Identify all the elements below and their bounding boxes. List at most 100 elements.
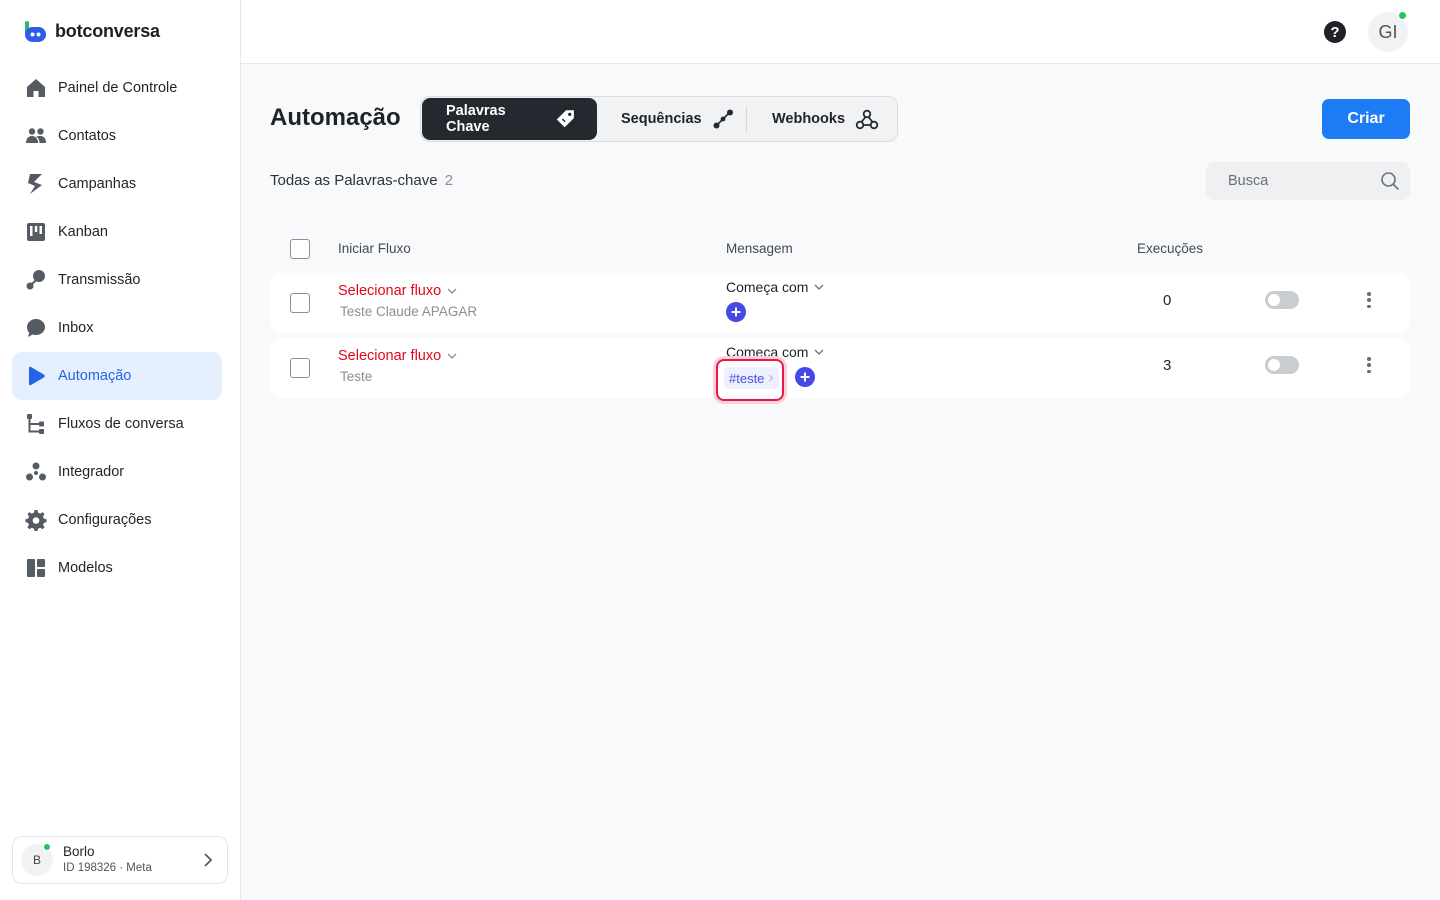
keyword-highlight: #teste (716, 359, 784, 401)
chevron-down-icon (815, 349, 824, 355)
topbar: ? GI (241, 0, 1440, 64)
keywords-count-label: Todas as Palavras-chave (270, 172, 438, 189)
account-avatar: B (21, 843, 53, 876)
search-icon (1381, 172, 1400, 191)
keywords-count: Todas as Palavras-chave 2 (270, 172, 453, 189)
sidebar-item-fluxos[interactable]: Fluxos de conversa (12, 400, 222, 448)
account-name: Borlo (63, 844, 95, 860)
sidebar-item-campanhas[interactable]: Campanhas (12, 160, 222, 208)
brand-logo[interactable]: botconversa (24, 20, 160, 43)
user-avatar[interactable]: GI (1368, 11, 1408, 52)
flow-icon (25, 413, 47, 435)
kanban-icon (25, 221, 47, 243)
account-switcher[interactable]: B Borlo ID 198326 · Meta (12, 836, 228, 884)
tab-label: Palavras Chave (446, 103, 506, 135)
column-header-executions: Execuções (1137, 241, 1204, 256)
more-options-icon[interactable] (1363, 355, 1375, 375)
keywords-count-number: 2 (444, 172, 454, 189)
table-header: Iniciar Fluxo Mensagem Execuções (270, 236, 1410, 262)
home-icon (25, 77, 47, 99)
sidebar-item-label: Integrador (58, 464, 125, 480)
flow-select-dropdown[interactable]: Selecionar fluxo (338, 283, 457, 299)
sidebar-item-label: Contatos (58, 128, 117, 144)
sidebar-item-transmissao[interactable]: Transmissão (12, 256, 222, 304)
sidebar-item-label: Transmissão (58, 272, 141, 288)
flow-name: Teste (340, 369, 373, 384)
select-all-checkbox[interactable] (290, 239, 310, 259)
tab-palavras-chave[interactable]: Palavras Chave (422, 98, 597, 140)
sidebar-item-label: Campanhas (58, 176, 137, 192)
flow-name: Teste Claude APAGAR (340, 304, 478, 319)
sidebar-item-label: Automação (58, 368, 132, 384)
sidebar-item-integrador[interactable]: Integrador (12, 448, 222, 496)
automation-tabs: Palavras Chave Sequências Webhooks (420, 96, 898, 142)
sidebar-nav: Painel de Controle Contatos Campanhas Ka… (12, 64, 222, 592)
chevron-down-icon (815, 284, 824, 290)
keyword-chip-label: #teste (729, 370, 765, 386)
flow-select-label: Selecionar fluxo (338, 283, 442, 299)
sidebar-item-label: Inbox (58, 320, 94, 336)
active-toggle[interactable] (1265, 291, 1299, 309)
sidebar-item-kanban[interactable]: Kanban (12, 208, 222, 256)
users-icon (25, 125, 47, 147)
sidebar-item-configuracoes[interactable]: Configurações (12, 496, 222, 544)
account-id: ID 198326 · Meta (63, 862, 152, 875)
flow-select-dropdown[interactable]: Selecionar fluxo (338, 348, 457, 364)
table-row: Selecionar fluxo Teste Começa com #teste… (270, 338, 1410, 401)
condition-dropdown[interactable]: Começa com (726, 279, 824, 295)
keyword-chip[interactable]: #teste (724, 367, 780, 389)
play-icon (25, 365, 47, 387)
tab-sequencias[interactable]: Sequências (597, 98, 746, 140)
tag-icon (556, 110, 574, 128)
executions-count: 0 (1163, 292, 1172, 309)
tab-label: Sequências (620, 111, 702, 127)
sidebar-item-automacao[interactable]: Automação (12, 352, 222, 400)
flow-select-label: Selecionar fluxo (338, 348, 442, 364)
tab-label: Webhooks (771, 111, 846, 127)
column-header-flow: Iniciar Fluxo (338, 241, 411, 256)
templates-icon (25, 557, 47, 579)
condition-label: Começa com (726, 279, 809, 295)
executions-count: 3 (1163, 357, 1172, 374)
condition-dropdown[interactable]: Começa com (726, 344, 824, 360)
chevron-down-icon (447, 353, 457, 359)
add-keyword-button[interactable] (795, 367, 815, 387)
webhook-icon (855, 109, 879, 130)
plus-icon (800, 372, 810, 382)
account-initial: B (32, 853, 41, 867)
sequence-icon (713, 109, 733, 129)
online-status-dot (43, 843, 51, 851)
more-options-icon[interactable] (1363, 290, 1375, 310)
row-checkbox[interactable] (290, 293, 310, 313)
sidebar-item-label: Fluxos de conversa (58, 416, 184, 432)
create-button[interactable]: Criar (1322, 99, 1410, 139)
user-initials: GI (1378, 21, 1398, 42)
gear-icon (25, 509, 47, 531)
tab-webhooks[interactable]: Webhooks (747, 98, 896, 140)
sidebar-item-modelos[interactable]: Modelos (12, 544, 222, 592)
sidebar-item-label: Kanban (58, 224, 108, 240)
brand-name: botconversa (55, 21, 160, 41)
table-row: Selecionar fluxo Teste Claude APAGAR Com… (270, 273, 1410, 333)
chevron-right-icon (204, 853, 213, 867)
add-keyword-button[interactable] (726, 302, 746, 322)
column-header-message: Mensagem (726, 241, 793, 256)
active-toggle[interactable] (1265, 356, 1299, 374)
sidebar-item-contatos[interactable]: Contatos (12, 112, 222, 160)
help-icon[interactable]: ? (1324, 21, 1346, 43)
chevron-down-icon (447, 288, 457, 294)
sidebar-item-label: Configurações (58, 512, 152, 528)
sidebar-item-inbox[interactable]: Inbox (12, 304, 222, 352)
chat-icon (25, 317, 47, 339)
bolt-icon (25, 173, 47, 195)
sidebar-item-painel[interactable]: Painel de Controle (12, 64, 222, 112)
row-checkbox[interactable] (290, 358, 310, 378)
sidebar-item-label: Modelos (58, 560, 113, 576)
chevron-right-icon (769, 374, 774, 382)
broadcast-icon (25, 269, 47, 291)
logo-icon (25, 21, 46, 42)
integrations-icon (25, 461, 47, 483)
sidebar: botconversa Painel de Controle Contatos … (0, 0, 241, 900)
condition-label: Começa com (726, 344, 809, 360)
sidebar-item-label: Painel de Controle (58, 80, 178, 96)
